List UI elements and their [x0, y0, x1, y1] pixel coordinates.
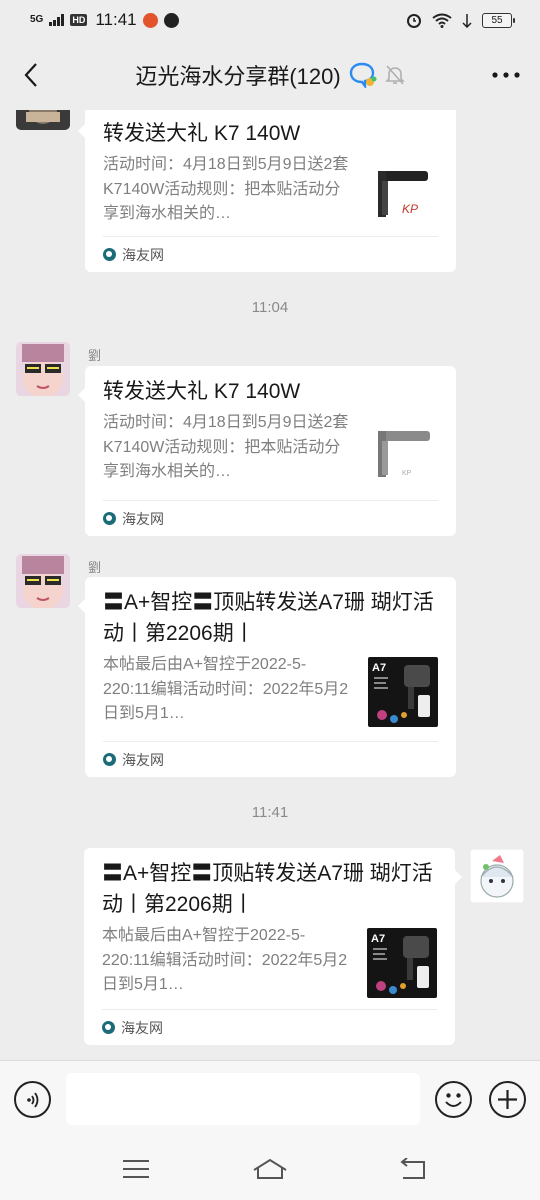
source-name: 海友网	[121, 1019, 163, 1036]
thumb-label: A7	[371, 933, 385, 945]
plus-icon	[498, 1090, 517, 1109]
source-name: 海友网	[122, 510, 164, 527]
menu-button[interactable]	[116, 1152, 156, 1186]
link-card[interactable]: 转发送大礼 K7 140W 活动时间：4月18日到5月9日送2套K7140W活动…	[78, 366, 456, 536]
card-description: 活动时间：4月18日到5月9日送2套K7140W活动规则：把本贴活动分享到海水相…	[103, 156, 349, 222]
back-arrow-icon	[24, 63, 37, 87]
sender-name: 劉	[88, 348, 102, 363]
card-title: 〓A+智控〓顶贴转发送A7珊 瑚灯活动丨第2206期丨	[102, 862, 433, 916]
signal-icon	[49, 14, 65, 26]
time-label: 11:04	[251, 299, 289, 316]
sim-icon	[462, 13, 472, 28]
sender-name: 劉	[88, 560, 102, 575]
avatar[interactable]	[470, 849, 524, 903]
product-thumbnail: A7	[368, 657, 438, 727]
more-button[interactable]	[486, 58, 526, 92]
emoji-icon	[445, 1093, 462, 1107]
plus-button[interactable]	[489, 1081, 526, 1118]
svg-text:KP: KP	[402, 470, 412, 477]
back-button[interactable]	[14, 58, 48, 92]
link-card[interactable]: 转发送大礼 K7 140W 活动时间：4月18日到5月9日送2套K7140W活动…	[78, 110, 456, 272]
product-thumbnail: A7	[367, 928, 437, 998]
back-nav-button[interactable]	[392, 1152, 432, 1186]
app-notification-icon	[142, 12, 158, 28]
link-card[interactable]: 〓A+智控〓顶贴转发送A7珊 瑚灯活动丨第2206期丨 本帖最后由A+智控于20…	[78, 577, 456, 777]
message-input[interactable]	[66, 1073, 420, 1125]
avatar[interactable]	[16, 554, 70, 608]
status-time: 11:41	[95, 10, 137, 29]
avatar[interactable]	[16, 110, 70, 130]
hd-badge: HD	[70, 14, 88, 26]
home-icon	[253, 1158, 287, 1179]
network-type: 5G	[30, 14, 44, 25]
svg-text:KP: KP	[402, 202, 418, 216]
wifi-icon	[432, 13, 452, 28]
back-icon	[400, 1158, 425, 1179]
product-thumbnail: KP	[368, 157, 438, 227]
battery-level: 55	[491, 14, 503, 26]
source-icon	[102, 1021, 115, 1034]
status-bar: 5G HD 11:41 55	[0, 0, 540, 40]
chat-title: 迈光海水分享群(120)	[135, 64, 341, 89]
avatar[interactable]	[16, 342, 70, 396]
source-icon	[103, 753, 116, 766]
source-icon	[103, 248, 116, 261]
source-name: 海友网	[122, 751, 164, 768]
card-title: 〓A+智控〓顶贴转发送A7珊 瑚灯活动丨第2206期丨	[103, 591, 434, 645]
emoji-button[interactable]	[435, 1081, 472, 1118]
link-card[interactable]: 〓A+智控〓顶贴转发送A7珊 瑚灯活动丨第2206期丨 本帖最后由A+智控于20…	[84, 848, 462, 1045]
card-description: 活动时间：4月18日到5月9日送2套K7140W活动规则：把本贴活动分享到海水相…	[103, 414, 349, 480]
chat-area[interactable]: 转发送大礼 K7 140W 活动时间：4月18日到5月9日送2套K7140W活动…	[0, 110, 540, 1060]
chat-bubble-icon	[349, 62, 377, 88]
source-icon	[103, 512, 116, 525]
system-nav-bar	[0, 1140, 540, 1200]
menu-icon	[123, 1160, 149, 1178]
voice-button[interactable]	[14, 1081, 51, 1118]
source-name: 海友网	[122, 246, 164, 263]
voice-icon	[26, 1091, 38, 1108]
time-label: 11:41	[251, 804, 289, 821]
home-button[interactable]	[250, 1152, 290, 1186]
battery-indicator: 55	[482, 12, 515, 28]
card-description: 本帖最后由A+智控于2022-5-220:11编辑活动时间：2022年5月2日到…	[103, 656, 349, 722]
card-title: 转发送大礼 K7 140W	[103, 380, 301, 403]
video-notification-icon	[163, 12, 179, 28]
mute-bell-icon	[384, 65, 405, 85]
card-title: 转发送大礼 K7 140W	[103, 122, 301, 145]
chat-header: 迈光海水分享群(120)	[0, 40, 540, 110]
thumb-label: A7	[372, 662, 386, 674]
alarm-icon	[407, 14, 421, 28]
input-bar	[0, 1060, 540, 1140]
product-thumbnail: KP	[368, 415, 438, 485]
more-dots-icon	[492, 72, 520, 78]
card-description: 本帖最后由A+智控于2022-5-220:11编辑活动时间：2022年5月2日到…	[102, 927, 348, 993]
